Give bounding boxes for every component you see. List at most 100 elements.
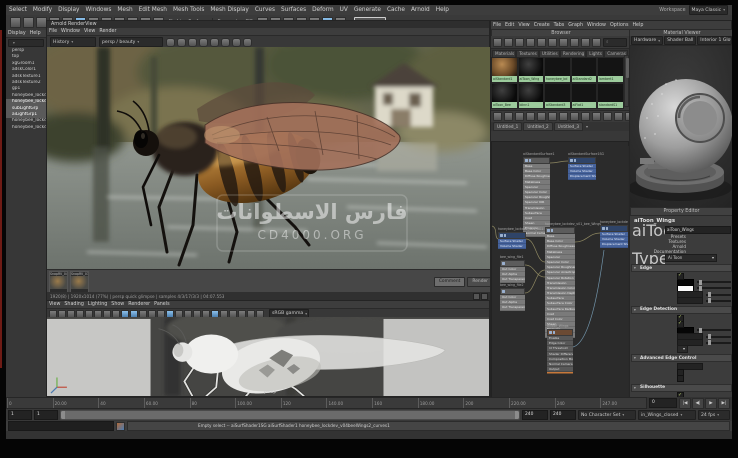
outliner-item[interactable]: honeybee_lockdev_v04a <box>6 118 46 124</box>
remove-node-icon[interactable] <box>559 112 568 121</box>
anim-layer-dropdown[interactable]: in_Wings_closed▾ <box>638 410 696 420</box>
material-swatch[interactable]: aiToon_Bee <box>491 83 518 109</box>
node-header[interactable] <box>523 157 550 164</box>
material-swatch[interactable]: aiStandard1 <box>491 57 518 83</box>
shader-ball-view[interactable] <box>630 46 732 207</box>
timeline-tick[interactable]: 220.00 <box>509 398 555 408</box>
node-header[interactable] <box>547 329 573 336</box>
main-menu-item[interactable]: Windows <box>82 5 114 15</box>
snapshot-icon[interactable] <box>166 38 175 47</box>
workspace-dropdown[interactable]: Maya Classic▾ <box>689 5 728 15</box>
property-editor-header[interactable]: Property Editor <box>630 207 732 216</box>
comment-button[interactable]: Comment <box>434 277 466 287</box>
slider-handle[interactable] <box>708 334 711 339</box>
range-handle-left[interactable] <box>61 411 65 419</box>
browser-tab[interactable]: Rendering <box>560 50 586 57</box>
sort-icon[interactable] <box>504 38 513 47</box>
workarea-tab[interactable]: Untitled_2 <box>523 122 552 131</box>
playback-button[interactable]: |◀ <box>679 398 691 409</box>
outliner-menu-display[interactable]: Display <box>6 30 28 37</box>
slider-handle[interactable] <box>708 340 711 345</box>
node-attribute-row[interactable]: Out Transparency <box>500 305 525 310</box>
main-menu-item[interactable]: Arnold <box>408 5 433 15</box>
playback-button[interactable]: ▶ <box>705 398 717 409</box>
checkbox[interactable] <box>677 375 684 382</box>
renderview-menu-item[interactable]: File <box>47 28 59 35</box>
browser-tab[interactable]: Materials <box>492 50 516 57</box>
search-icon[interactable] <box>592 38 601 47</box>
file-open-icon[interactable] <box>23 17 34 28</box>
main-menu-item[interactable]: Modify <box>30 5 55 15</box>
debug-shading-icon[interactable] <box>210 38 219 47</box>
time-slider[interactable]: 020.004060.0080100.00120140.00160180.002… <box>6 397 732 409</box>
slider[interactable] <box>706 294 731 296</box>
hypershade-menu-item[interactable]: Help <box>630 22 645 29</box>
node-shading-group-1[interactable]: aiStandardSurface1SG Surface ShaderVolum… <box>568 157 596 180</box>
timeline-tick[interactable]: 180.00 <box>418 398 464 408</box>
browser-tab[interactable]: Utilities <box>539 50 560 57</box>
node-bee-wings-surface[interactable]: honeybee_lockdev_v01_bee_Wings BaseBase … <box>545 227 575 338</box>
zoom-in-icon[interactable] <box>603 112 612 121</box>
renderview-menu-item[interactable]: View <box>82 28 97 35</box>
node-header[interactable] <box>600 225 628 232</box>
rearrange-icon[interactable] <box>570 112 579 121</box>
viewport-image-area[interactable]: persp <box>47 317 489 396</box>
playback-button[interactable]: ◀| <box>692 398 704 409</box>
material-swatch[interactable]: honeybee_bd <box>544 57 571 83</box>
browser-tab[interactable]: Textures <box>516 50 539 57</box>
workarea-tab[interactable]: Untitled_1 <box>493 122 522 131</box>
main-menu-item[interactable]: Select <box>6 5 30 15</box>
swatch-size-icon[interactable] <box>526 38 535 47</box>
pin-icon[interactable] <box>581 38 590 47</box>
region-render-icon[interactable] <box>177 38 186 47</box>
slider[interactable] <box>697 329 731 331</box>
slider[interactable] <box>697 281 731 283</box>
zoom-out-icon[interactable] <box>614 112 623 121</box>
outliner-menu-help[interactable]: Help <box>28 30 43 37</box>
node-header[interactable] <box>498 232 526 239</box>
graph-output-icon[interactable] <box>526 112 535 121</box>
material-swatch[interactable]: aiToon_Wing <box>518 57 545 83</box>
material-swatch[interactable]: standardS1 <box>597 83 624 109</box>
main-menu-item[interactable]: Help <box>433 5 452 15</box>
file-new-icon[interactable] <box>10 17 21 28</box>
anim-start-field[interactable]: 1 <box>8 410 32 420</box>
viewport-menu-item[interactable]: Show <box>109 301 126 308</box>
node-shading-group-2[interactable]: honeybee_lockdev_v01_SG1 Surface ShaderV… <box>498 232 526 249</box>
filter-icon[interactable] <box>515 38 524 47</box>
main-menu-item[interactable]: Surfaces <box>278 5 309 15</box>
material-swatch[interactable]: aiFlat1 <box>571 83 598 109</box>
main-menu-item[interactable]: Mesh <box>114 5 135 15</box>
node-name-field[interactable]: aiToon_Wings <box>665 226 731 233</box>
playback-button[interactable]: ▶| <box>718 398 730 409</box>
dropdown[interactable]: ▾ <box>677 345 688 353</box>
timeline-tick[interactable]: 60.00 <box>144 398 190 408</box>
timeline-tick[interactable]: 240 <box>555 398 601 408</box>
type-dropdown[interactable]: Ai Toon▾ <box>665 254 717 262</box>
hypershade-menu-item[interactable]: View <box>516 22 531 29</box>
graph-io-icon[interactable] <box>515 112 524 121</box>
refresh-swatch-icon[interactable] <box>559 38 568 47</box>
timeline-tick[interactable]: 40 <box>98 398 144 408</box>
playback-end-field[interactable]: 240 <box>522 410 548 420</box>
mel-command-input[interactable] <box>8 421 114 431</box>
renderview-titlebar[interactable]: Arnold RenderView <box>47 21 489 28</box>
timeline-tick[interactable]: 200 <box>463 398 509 408</box>
node-shading-group-3[interactable]: honeybee_lockdev_v04_aiSSG Surface Shade… <box>600 225 628 248</box>
main-menu-item[interactable]: Deform <box>309 5 337 15</box>
main-menu-item[interactable]: Display <box>55 5 82 15</box>
node-attribute-row[interactable]: Displacement Shader <box>568 174 596 179</box>
viewport-menu-item[interactable]: Shading <box>62 301 86 308</box>
checkbox[interactable] <box>677 321 684 328</box>
clear-graph-icon[interactable] <box>537 112 546 121</box>
clear-icon[interactable] <box>570 38 579 47</box>
node-attribute-row[interactable]: Out Transparency <box>500 277 525 282</box>
node-header[interactable] <box>500 260 525 267</box>
slider-handle[interactable] <box>708 298 711 303</box>
fps-dropdown[interactable]: 24 fps▾ <box>698 410 730 420</box>
statusbar-icon[interactable] <box>473 293 480 300</box>
frame-graph-icon[interactable] <box>592 112 601 121</box>
browser-search-field[interactable]: ⌕ <box>603 38 627 47</box>
slider-handle[interactable] <box>699 328 702 333</box>
range-handle-right[interactable] <box>515 411 519 419</box>
